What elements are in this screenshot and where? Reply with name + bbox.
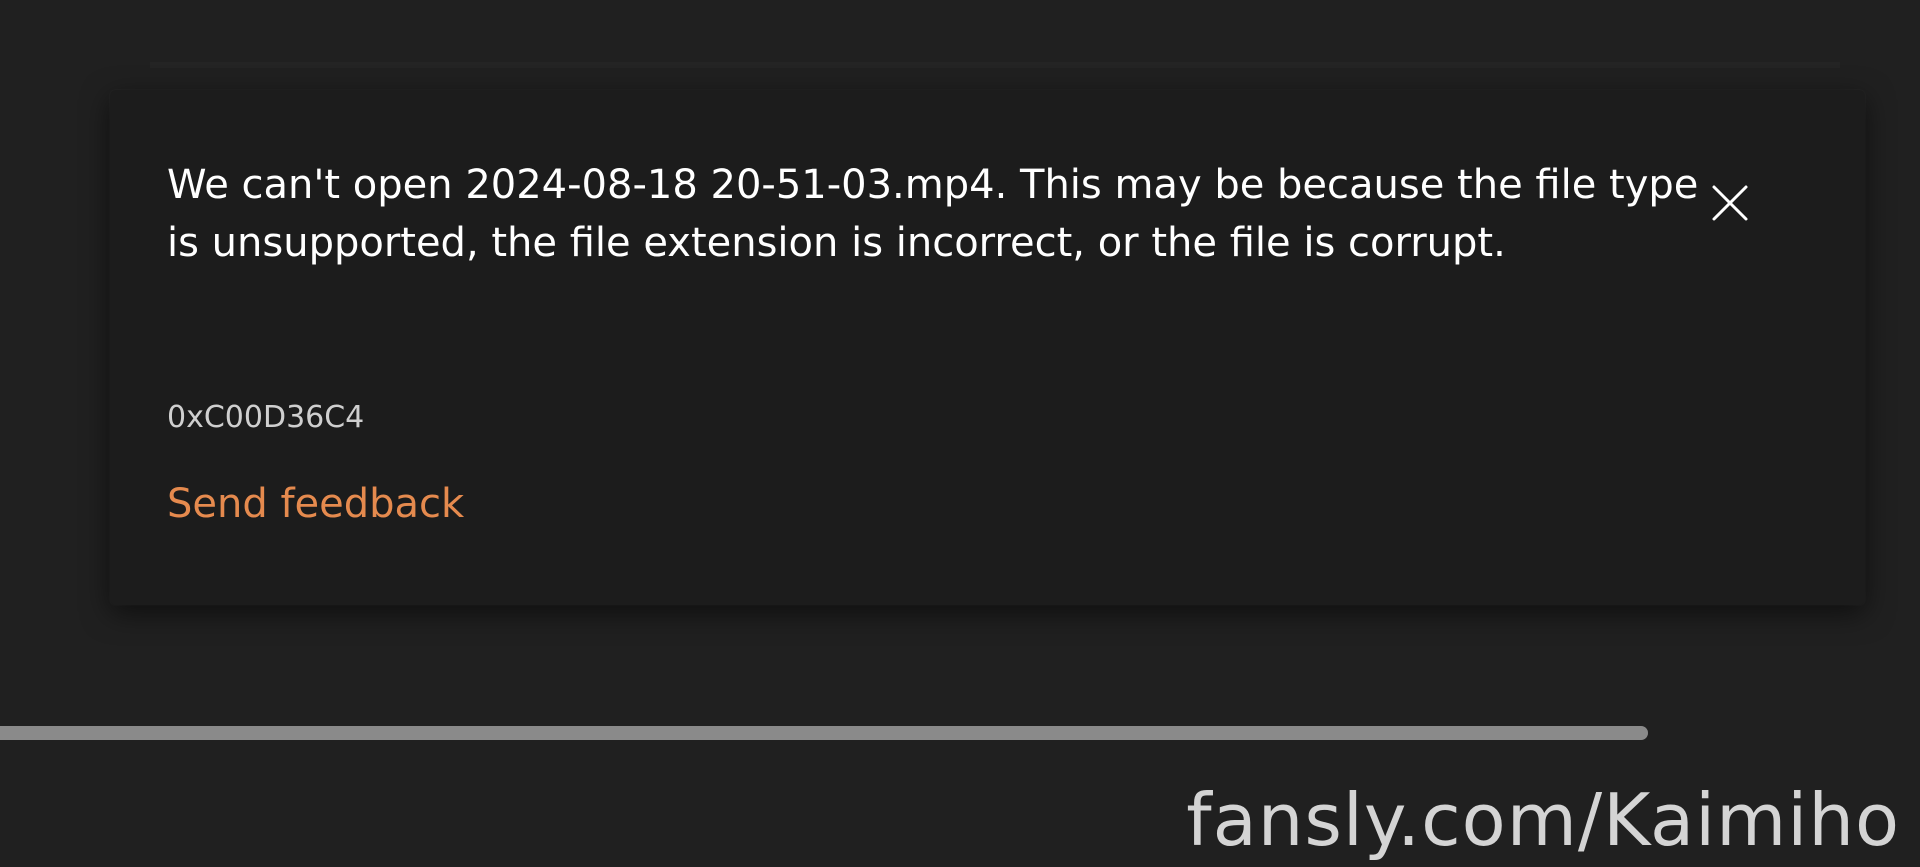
close-button[interactable] [1695,168,1765,238]
error-message: We can't open 2024-08-18 20-51-03.mp4. T… [167,162,1699,266]
seek-bar[interactable] [0,726,1648,740]
background-band [150,62,1840,68]
media-player-window: We can't open 2024-08-18 20-51-03.mp4. T… [0,0,1920,867]
watermark-text: fansly.com/Kaimiho [1186,778,1900,862]
close-icon [1712,185,1748,221]
error-code: 0xC00D36C4 [167,400,365,435]
send-feedback-link[interactable]: Send feedback [167,480,464,528]
error-dialog: We can't open 2024-08-18 20-51-03.mp4. T… [110,90,1865,605]
seek-bar-fill [0,726,1648,740]
